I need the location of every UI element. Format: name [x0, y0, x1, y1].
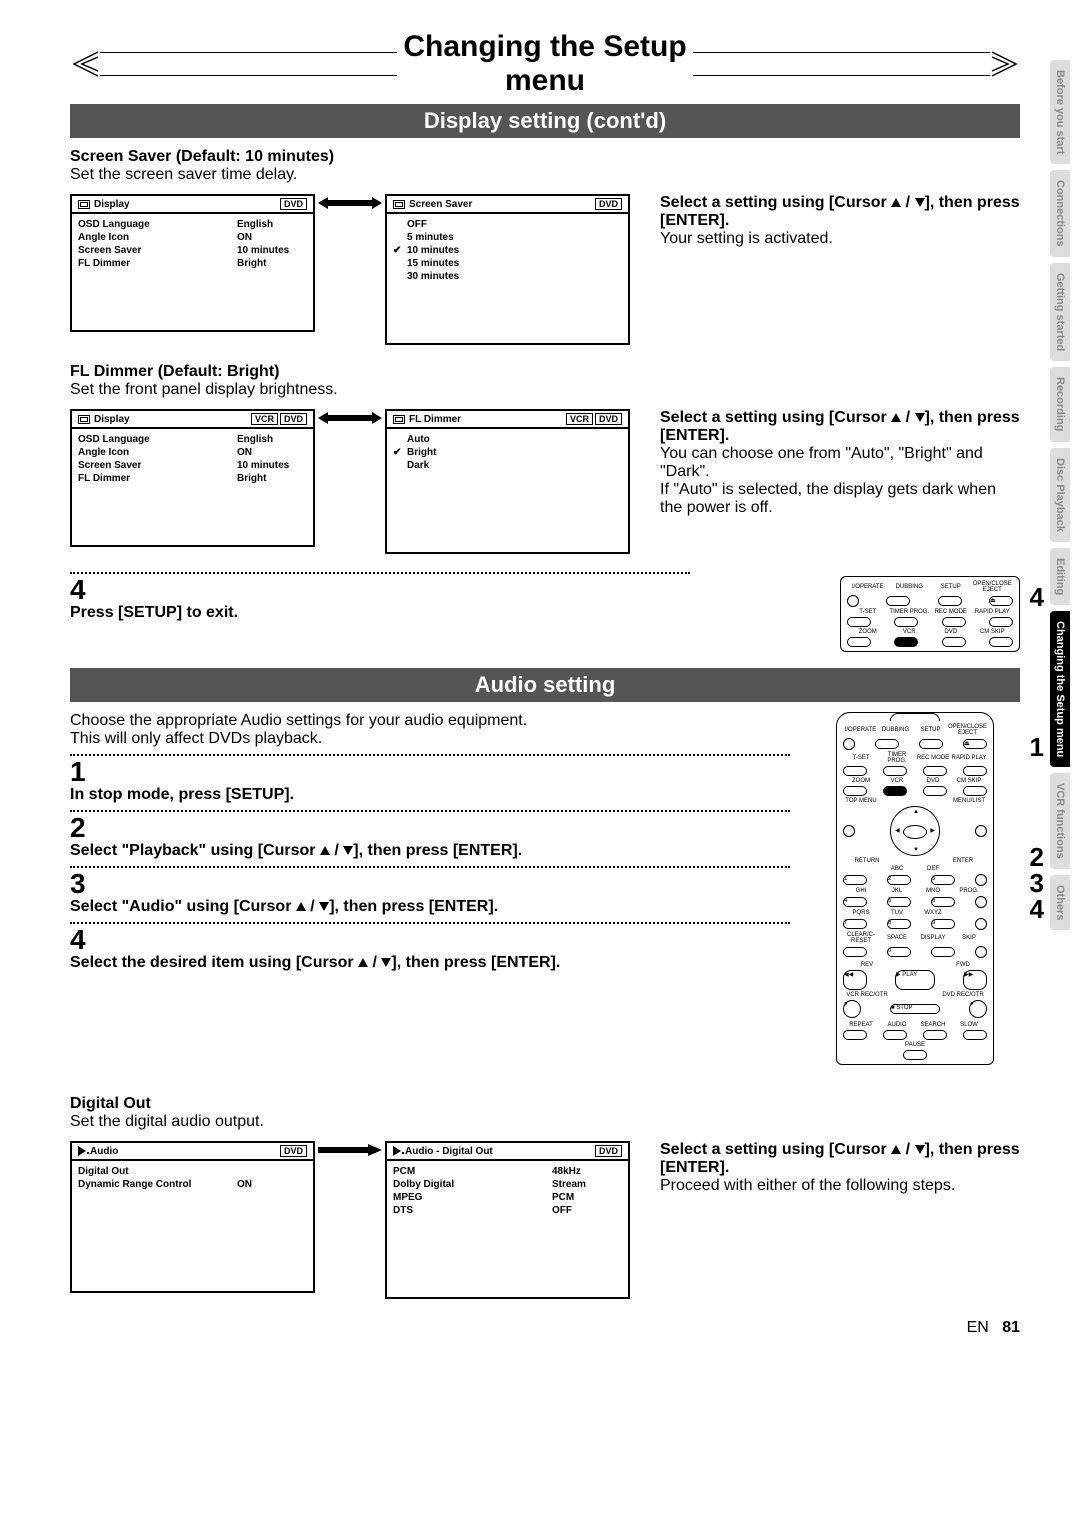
play-icon — [78, 1146, 86, 1156]
display-menu-box: DisplayDVD OSD LanguageEnglish Angle Ico… — [70, 194, 315, 332]
fl-dimmer-desc: Set the front panel display brightness. — [70, 381, 1020, 399]
instruction-heading: Select a setting using [Cursor / ], then… — [660, 1141, 1020, 1177]
step-number: 4 — [70, 576, 800, 604]
step-text: Select "Playback" using [Cursor / ], the… — [70, 842, 790, 860]
audio-menu-box: AudioDVD Digital Out Dynamic Range Contr… — [70, 1141, 315, 1293]
page-title: Changing the Setup menu — [397, 30, 694, 98]
step-number: 4 — [70, 926, 790, 954]
cursor-up-icon — [891, 413, 901, 422]
side-tab: Editing — [1050, 548, 1070, 605]
side-tab: Disc Playback — [1050, 448, 1070, 542]
side-tab: Getting started — [1050, 263, 1070, 361]
step-text: Select the desired item using [Cursor / … — [70, 954, 790, 972]
digital-out-desc: Set the digital audio output. — [70, 1113, 1020, 1131]
side-tab: VCR functions — [1050, 773, 1070, 869]
step-text: Select "Audio" using [Cursor / ], then p… — [70, 898, 790, 916]
callout-number: 4 — [1030, 582, 1044, 613]
digital-out-options-box: Audio - Digital OutDVD PCM48kHz Dolby Di… — [385, 1141, 630, 1299]
instruction-heading: Select a setting using [Cursor / ], then… — [660, 194, 1020, 230]
step-text: Press [SETUP] to exit. — [70, 604, 800, 622]
fl-dimmer-heading: FL Dimmer (Default: Bright) — [70, 363, 1020, 381]
cursor-down-icon — [915, 413, 925, 422]
side-tab: Connections — [1050, 170, 1070, 257]
page-title-bar: Changing the Setup menu — [70, 30, 1020, 98]
cursor-down-icon — [915, 198, 925, 207]
instruction-heading: Select a setting using [Cursor / ], then… — [660, 409, 1020, 445]
instruction-text: Your setting is activated. — [660, 230, 1020, 248]
audio-intro: Choose the appropriate Audio settings fo… — [70, 712, 790, 748]
screen-saver-desc: Set the screen saver time delay. — [70, 166, 1020, 184]
menu-icon — [78, 415, 90, 424]
double-arrow-icon — [315, 409, 385, 427]
callout-number: 4 — [1030, 894, 1044, 925]
side-tab: Others — [1050, 875, 1070, 930]
instruction-text: You can choose one from "Auto", "Bright"… — [660, 445, 1020, 517]
instruction-text: Proceed with either of the following ste… — [660, 1177, 1020, 1195]
screen-saver-heading: Screen Saver (Default: 10 minutes) — [70, 148, 1020, 166]
chevron-left-icon — [70, 51, 100, 77]
digital-out-heading: Digital Out — [70, 1095, 1020, 1113]
section-banner-audio: Audio setting — [70, 668, 1020, 702]
step-text: In stop mode, press [SETUP]. — [70, 786, 790, 804]
page-footer: EN 81 — [70, 1319, 1020, 1337]
step-number: 1 — [70, 758, 790, 786]
arrow-right-icon — [315, 1141, 385, 1159]
remote-diagram-small: I/OPERATEDUBBINGSETUPOPEN/CLOSE EJECT ⏏ … — [840, 576, 1020, 652]
cursor-up-icon — [891, 198, 901, 207]
callout-number: 1 — [1030, 732, 1044, 763]
side-tabs: Before you start Connections Getting sta… — [1050, 60, 1070, 930]
remote-diagram-full: I/OPERATEDUBBINGSETUPOPEN/CLOSE EJECT ⏏ … — [836, 712, 994, 1065]
double-arrow-icon — [315, 194, 385, 212]
step-number: 3 — [70, 870, 790, 898]
play-icon — [393, 1146, 401, 1156]
side-tab-active: Changing the Setup menu — [1050, 611, 1070, 767]
menu-icon — [393, 415, 405, 424]
display-menu-box: DisplayVCRDVD OSD LanguageEnglish Angle … — [70, 409, 315, 547]
section-banner-display: Display setting (cont'd) — [70, 104, 1020, 138]
screen-saver-options-box: Screen SaverDVD OFF 5 minutes ✔10 minute… — [385, 194, 630, 345]
side-tab: Recording — [1050, 367, 1070, 441]
fl-dimmer-options-box: FL DimmerVCRDVD Auto ✔Bright Dark — [385, 409, 630, 554]
menu-icon — [393, 200, 405, 209]
side-tab: Before you start — [1050, 60, 1070, 164]
menu-icon — [78, 200, 90, 209]
chevron-right-icon — [990, 51, 1020, 77]
step-number: 2 — [70, 814, 790, 842]
